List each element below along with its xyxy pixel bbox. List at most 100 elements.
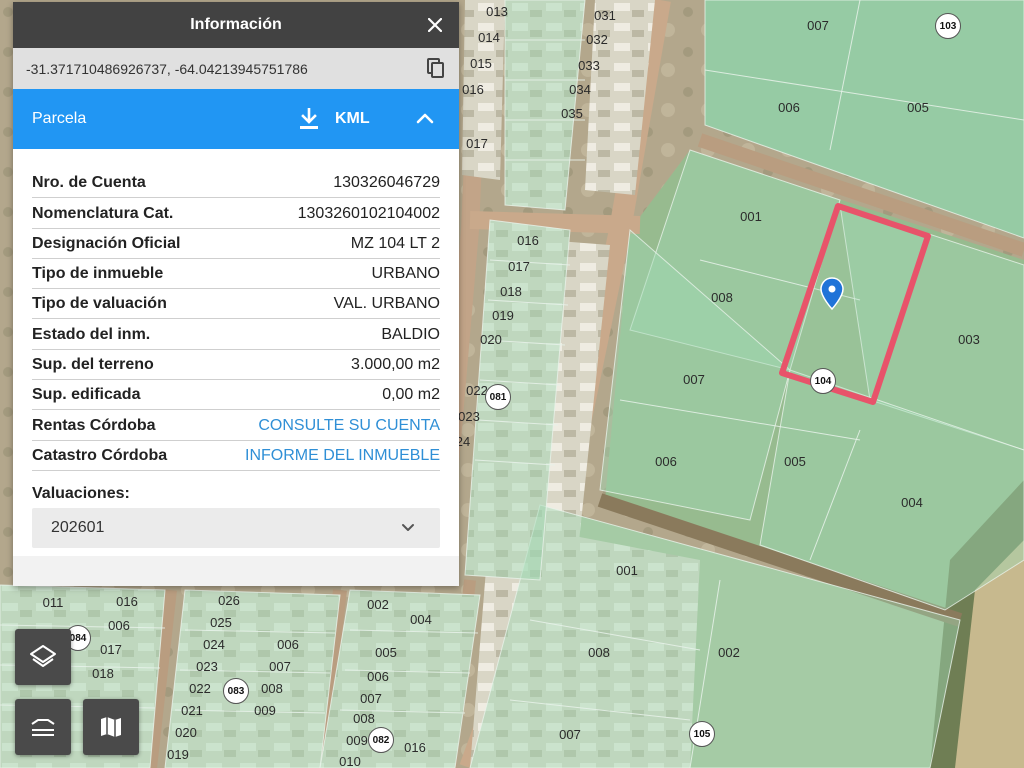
lot-number-label: 005 — [375, 645, 397, 660]
collapse-section-button[interactable] — [413, 107, 437, 131]
row-key: Tipo de inmueble — [32, 265, 164, 283]
row-key: Rentas Córdoba — [32, 416, 156, 434]
valuaciones-selected-value: 202601 — [51, 518, 105, 536]
lot-number-label: 014 — [478, 30, 500, 45]
lot-number-label: 002 — [718, 645, 740, 660]
row-value: VAL. URBANO — [333, 295, 440, 313]
coordinates-bar: -31.371710486926737, -64.04213945751786 — [13, 48, 459, 89]
close-button[interactable] — [423, 13, 447, 37]
row-value: 3.000,00 m2 — [351, 356, 440, 374]
panel-title: Información — [190, 16, 282, 33]
section-title: Parcela — [32, 110, 87, 127]
consulte-cuenta-link[interactable]: CONSULTE SU CUENTA — [258, 417, 440, 435]
chevron-up-icon — [416, 113, 434, 124]
lot-number-label: 007 — [269, 659, 291, 674]
parcel-info-table: Nro. de Cuenta 130326046729 Nomenclatura… — [13, 149, 459, 548]
row-value: URBANO — [371, 265, 440, 283]
lot-number-label: 007 — [807, 18, 829, 33]
row-key: Designación Oficial — [32, 234, 181, 252]
legend-button[interactable] — [15, 699, 71, 755]
row-value: BALDIO — [381, 325, 440, 343]
lot-number-label: 025 — [210, 615, 232, 630]
lot-number-label: 006 — [108, 618, 130, 633]
kml-label: KML — [335, 110, 370, 127]
lot-number-label: 023 — [458, 409, 480, 424]
parcela-section-header[interactable]: Parcela KML — [13, 89, 459, 149]
lot-number-label: 009 — [346, 733, 368, 748]
row-value: 1303260102104002 — [297, 204, 440, 222]
row-nomenclatura: Nomenclatura Cat. 1303260102104002 — [32, 198, 440, 229]
lot-number-label: 035 — [561, 106, 583, 121]
row-key: Nro. de Cuenta — [32, 174, 146, 192]
lot-number-label: 001 — [740, 209, 762, 224]
row-rentas: Rentas Córdoba CONSULTE SU CUENTA — [32, 410, 440, 441]
lot-number-label: 026 — [218, 593, 240, 608]
lot-number-label: 017 — [508, 259, 530, 274]
lot-number-label: 015 — [470, 56, 492, 71]
row-value: 0,00 m2 — [382, 386, 440, 404]
close-icon — [428, 18, 442, 32]
lot-number-label: 034 — [569, 82, 591, 97]
row-nro-cuenta: Nro. de Cuenta 130326046729 — [32, 168, 440, 199]
row-key: Tipo de valuación — [32, 295, 167, 313]
lot-number-label: 003 — [958, 332, 980, 347]
row-key: Sup. edificada — [32, 386, 141, 404]
valuaciones-select[interactable]: 202601 — [32, 507, 440, 548]
lot-number-label: 031 — [594, 8, 616, 23]
lot-number-label: 008 — [353, 711, 375, 726]
lot-number-label: 006 — [277, 637, 299, 652]
lot-number-label: 007 — [559, 727, 581, 742]
lot-number-label: 004 — [901, 495, 923, 510]
download-kml-button[interactable]: KML — [299, 105, 370, 133]
lot-number-label: 006 — [367, 669, 389, 684]
lot-number-label: 006 — [655, 454, 677, 469]
lot-number-label: 005 — [907, 100, 929, 115]
lot-number-label: 016 — [116, 594, 138, 609]
lot-number-label: 011 — [43, 595, 64, 610]
copy-coordinates-button[interactable] — [425, 57, 447, 79]
lot-number-label: 016 — [517, 233, 539, 248]
row-designacion: Designación Oficial MZ 104 LT 2 — [32, 229, 440, 259]
lot-number-label: 006 — [778, 100, 800, 115]
informe-inmueble-link[interactable]: INFORME DEL INMUEBLE — [245, 447, 440, 465]
download-icon — [300, 108, 318, 129]
layers-icon — [30, 645, 56, 667]
lot-number-label: 016 — [462, 82, 484, 97]
row-tipo-valuacion: Tipo de valuación VAL. URBANO — [32, 289, 440, 320]
lot-number-label: 013 — [486, 4, 508, 19]
lot-number-label: 024 — [203, 637, 225, 652]
panel-header: Información — [13, 2, 459, 48]
block-badge: 105 — [689, 721, 715, 747]
coordinates-text: -31.371710486926737, -64.04213945751786 — [26, 60, 308, 77]
map-icon — [101, 717, 121, 737]
row-key: Sup. del terreno — [32, 356, 154, 374]
lot-number-label: 016 — [404, 740, 426, 755]
lot-number-label: 017 — [466, 136, 488, 151]
lot-number-label: 008 — [588, 645, 610, 660]
row-value: 130326046729 — [333, 174, 440, 192]
lot-number-label: 032 — [586, 32, 608, 47]
info-panel: Información -31.371710486926737, -64.042… — [13, 2, 459, 586]
chevron-down-icon — [402, 523, 414, 531]
lot-number-label: 007 — [360, 691, 382, 706]
lot-number-label: 033 — [578, 58, 600, 73]
valuaciones-label: Valuaciones: — [32, 484, 130, 502]
layers-button[interactable] — [15, 629, 71, 685]
row-key: Estado del inm. — [32, 325, 151, 343]
lot-number-label: 020 — [175, 725, 197, 740]
lot-number-label: 023 — [196, 659, 218, 674]
lot-number-label: 005 — [784, 454, 806, 469]
row-estado: Estado del inm. BALDIO — [32, 319, 440, 350]
row-tipo-inmueble: Tipo de inmueble URBANO — [32, 259, 440, 290]
row-value: MZ 104 LT 2 — [350, 234, 440, 252]
lot-number-label: 018 — [500, 284, 522, 299]
lot-number-label: 019 — [167, 747, 189, 762]
panel-footer — [13, 556, 459, 586]
lot-number-label: 010 — [339, 754, 361, 768]
block-badge: 103 — [935, 13, 961, 39]
basemap-button[interactable] — [83, 699, 139, 755]
row-key: Catastro Córdoba — [32, 446, 168, 464]
row-sup-edificada: Sup. edificada 0,00 m2 — [32, 380, 440, 411]
copy-icon — [427, 58, 444, 78]
lot-number-label: 004 — [410, 612, 432, 627]
